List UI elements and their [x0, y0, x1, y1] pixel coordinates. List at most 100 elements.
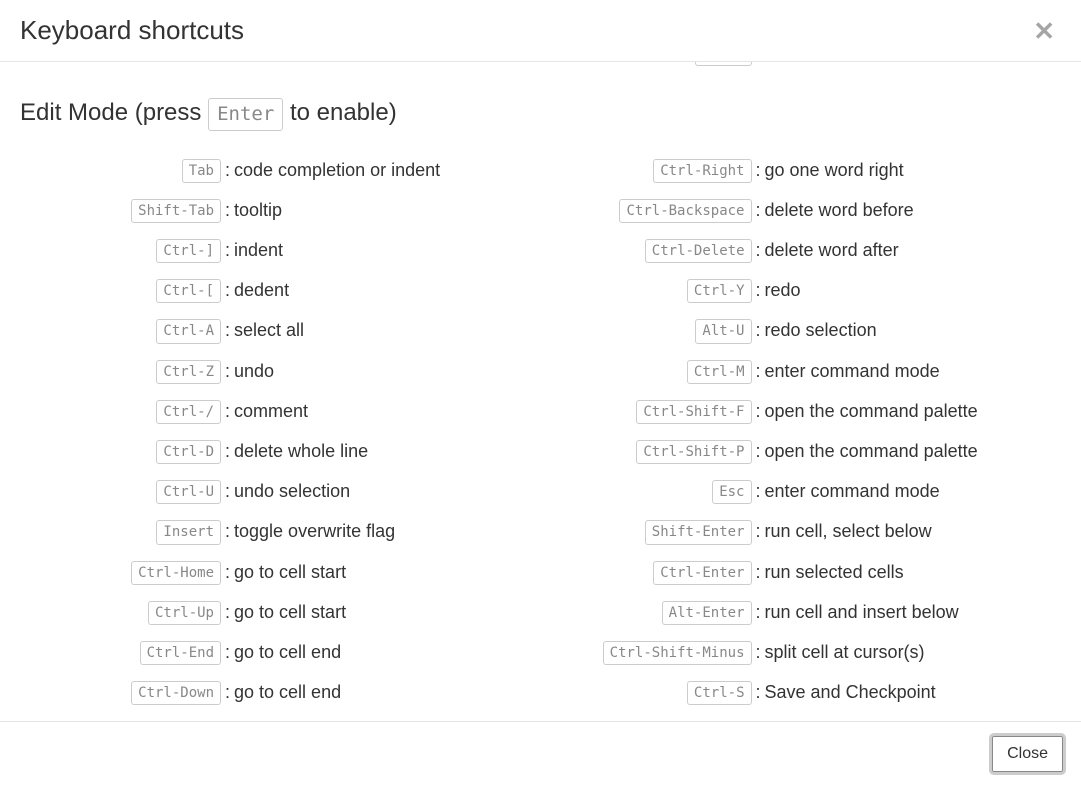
shortcut-desc: open the command palette — [765, 439, 978, 463]
shortcut-key: Ctrl-M — [687, 360, 752, 384]
dialog-header: Keyboard shortcuts ✕ — [0, 0, 1081, 62]
shortcut-key: Ctrl-Enter — [653, 561, 751, 585]
shortcuts-columns: Tab: code completion or indent Shift-Tab:… — [20, 157, 1061, 721]
shortcut-key: Esc — [712, 480, 751, 504]
shortcut-key: Shift-Enter — [645, 520, 752, 544]
shortcut-desc: select all — [234, 318, 304, 342]
enter-key: Enter — [208, 98, 283, 131]
shortcut-key: Ctrl-Delete — [645, 239, 752, 263]
shortcut-desc: toggle overwrite flag — [234, 519, 395, 543]
shortcut-row: Ctrl-Y: redo — [541, 277, 1062, 303]
shortcut-key: Ctrl-Shift-Minus — [603, 641, 752, 665]
keyboard-shortcuts-dialog: Keyboard shortcuts ✕ Space : scroll note… — [0, 0, 1081, 790]
shortcut-key: Ctrl-Shift-P — [636, 440, 751, 464]
shortcut-desc: redo selection — [765, 318, 877, 342]
shortcut-row: Ctrl-/: comment — [20, 398, 541, 424]
shortcut-row: Ctrl-Z: undo — [20, 358, 541, 384]
shortcut-desc: go one word right — [765, 158, 904, 182]
shortcut-row: Ctrl-Shift-P: open the command palette — [541, 438, 1062, 464]
shortcut-desc: indent — [234, 238, 283, 262]
shortcuts-column-right: Ctrl-Right: go one word right Ctrl-Backsp… — [541, 157, 1062, 721]
shortcut-desc: go to cell end — [234, 680, 341, 704]
section-heading-edit-mode: Edit Mode (press Enter to enable) — [20, 98, 1061, 131]
shortcut-row: Ctrl-Shift-F: open the command palette — [541, 398, 1062, 424]
shortcut-row: Ctrl-Delete: delete word after — [541, 237, 1062, 263]
shortcut-desc: go to cell end — [234, 640, 341, 664]
shortcut-row: Tab: code completion or indent — [20, 157, 541, 183]
dialog-body[interactable]: Space : scroll notebook down Edit Mode (… — [0, 62, 1081, 721]
shortcut-key: Ctrl-Y — [687, 279, 752, 303]
dialog-footer: Close — [0, 721, 1081, 790]
shortcut-row: Alt-U: redo selection — [541, 317, 1062, 343]
dialog-title: Keyboard shortcuts — [20, 15, 244, 46]
shortcut-row: Ctrl-Down: go to cell end — [20, 679, 541, 705]
shortcut-key: Alt-Enter — [662, 601, 752, 625]
shortcut-desc: tooltip — [234, 198, 282, 222]
shortcuts-column-left: Tab: code completion or indent Shift-Tab:… — [20, 157, 541, 721]
shortcut-key: Ctrl-Z — [156, 360, 221, 384]
shortcut-key: Ctrl-Up — [148, 601, 221, 625]
shortcut-desc: split cell at cursor(s) — [765, 640, 925, 664]
shortcut-key: Ctrl-D — [156, 440, 221, 464]
shortcut-key: Ctrl-[ — [156, 279, 221, 303]
shortcut-desc: delete whole line — [234, 439, 368, 463]
shortcut-desc: undo selection — [234, 479, 350, 503]
shortcut-key: Ctrl-Right — [653, 159, 751, 183]
shortcut-row: Ctrl-Home: go to cell start — [20, 559, 541, 585]
shortcut-key: Ctrl-/ — [156, 400, 221, 424]
shortcut-desc: Save and Checkpoint — [765, 680, 936, 704]
shortcut-key: Shift-Tab — [131, 199, 221, 223]
shortcut-key: Ctrl-End — [140, 641, 221, 665]
shortcut-desc: redo — [765, 278, 801, 302]
shortcut-key: Ctrl-A — [156, 319, 221, 343]
shortcut-row: Ctrl-]: indent — [20, 237, 541, 263]
shortcut-row: Ctrl-U: undo selection — [20, 478, 541, 504]
shortcut-key: Ctrl-U — [156, 480, 221, 504]
shortcut-row: Ctrl-Enter: run selected cells — [541, 559, 1062, 585]
shortcut-row: Down: move cursor down — [541, 719, 1062, 721]
shortcut-desc: go one word left — [234, 720, 362, 721]
shortcut-desc: run selected cells — [765, 560, 904, 584]
close-icon[interactable]: ✕ — [1027, 18, 1061, 44]
shortcut-key: Ctrl-S — [687, 681, 752, 705]
shortcut-desc: delete word before — [765, 198, 914, 222]
shortcut-row: Ctrl-[: dedent — [20, 277, 541, 303]
shortcut-key: Ctrl-Shift-F — [636, 400, 751, 424]
shortcut-row: Esc: enter command mode — [541, 478, 1062, 504]
shortcut-row: Ctrl-Backspace: delete word before — [541, 197, 1062, 223]
shortcut-desc: enter command mode — [765, 359, 940, 383]
shortcut-key: Space — [695, 62, 751, 66]
shortcut-key: Ctrl-] — [156, 239, 221, 263]
shortcut-row: Shift-Tab: tooltip — [20, 197, 541, 223]
shortcut-desc: open the command palette — [765, 399, 978, 423]
shortcut-desc: delete word after — [765, 238, 899, 262]
shortcut-key: Ctrl-Down — [131, 681, 221, 705]
shortcut-desc: run cell and insert below — [765, 600, 959, 624]
shortcut-desc: move cursor down — [765, 720, 912, 721]
shortcut-row: Ctrl-Left: go one word left — [20, 719, 541, 721]
shortcut-desc: comment — [234, 399, 308, 423]
cutoff-shortcut-row: Space : scroll notebook down — [20, 62, 1061, 80]
shortcut-desc: undo — [234, 359, 274, 383]
shortcut-row: Ctrl-Shift-Minus: split cell at cursor(s… — [541, 639, 1062, 665]
shortcut-key: Ctrl-Home — [131, 561, 221, 585]
shortcut-desc: scroll notebook down — [765, 62, 934, 65]
shortcut-row: Shift-Enter: run cell, select below — [541, 518, 1062, 544]
shortcut-row: Ctrl-Up: go to cell start — [20, 599, 541, 625]
shortcut-desc: go to cell start — [234, 600, 346, 624]
shortcut-row: Ctrl-End: go to cell end — [20, 639, 541, 665]
shortcut-key: Insert — [156, 520, 221, 544]
shortcut-key: Alt-U — [695, 319, 751, 343]
shortcut-desc: go to cell start — [234, 560, 346, 584]
shortcut-row: Ctrl-S: Save and Checkpoint — [541, 679, 1062, 705]
shortcut-desc: code completion or indent — [234, 158, 440, 182]
shortcut-row: Ctrl-A: select all — [20, 317, 541, 343]
close-button[interactable]: Close — [992, 736, 1063, 772]
shortcut-desc: run cell, select below — [765, 519, 932, 543]
shortcut-row: Alt-Enter: run cell and insert below — [541, 599, 1062, 625]
shortcut-desc: enter command mode — [765, 479, 940, 503]
shortcut-row: Insert: toggle overwrite flag — [20, 518, 541, 544]
shortcut-row: Ctrl-M: enter command mode — [541, 358, 1062, 384]
shortcut-row: Ctrl-Right: go one word right — [541, 157, 1062, 183]
shortcut-key: Tab — [182, 159, 221, 183]
